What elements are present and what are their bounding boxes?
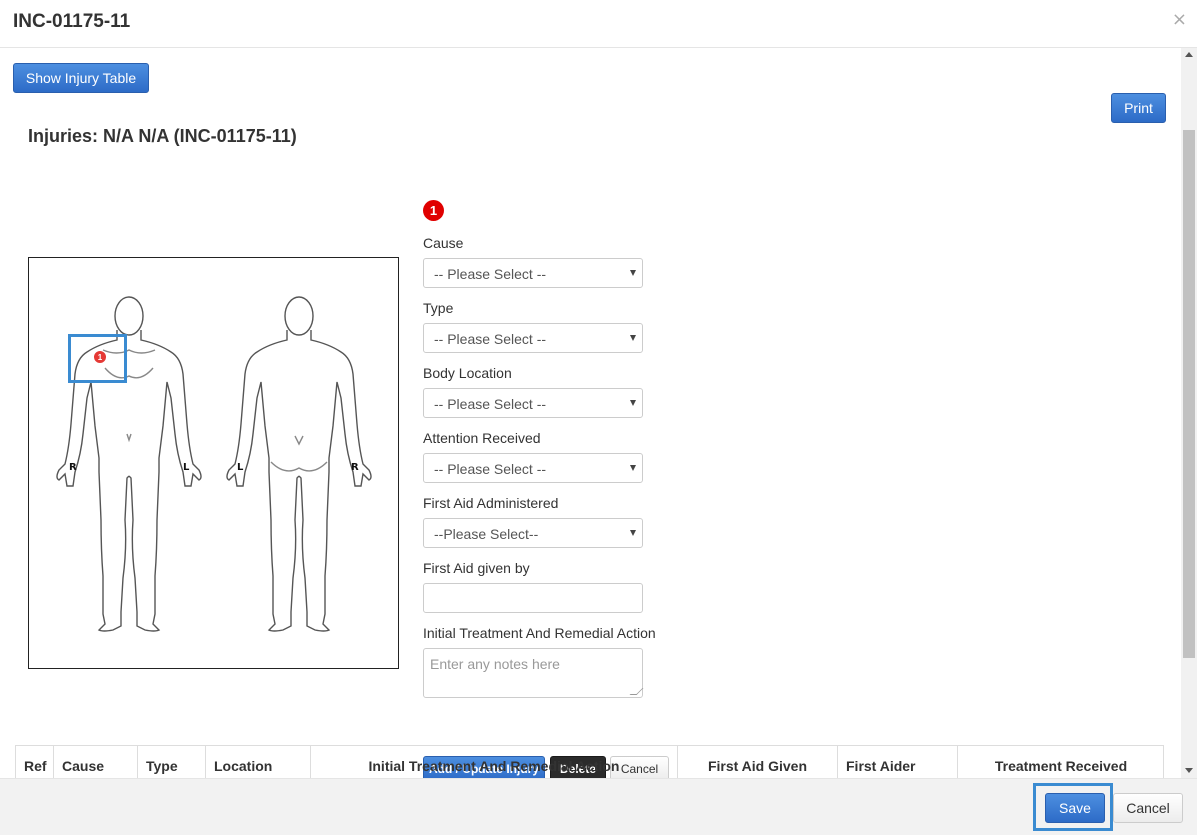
table-header-first-aid-given[interactable]: First Aid Given — [678, 746, 838, 778]
modal-header: INC-01175-11 × — [0, 0, 1197, 48]
chevron-down-icon — [630, 400, 636, 406]
attention-received-select-value: -- Please Select -- — [434, 461, 547, 477]
initial-treatment-textarea[interactable]: Enter any notes here — [423, 648, 644, 698]
attention-received-label: Attention Received — [423, 430, 541, 446]
body-outline-svg: R L L R — [56, 296, 372, 632]
show-injury-table-button[interactable]: Show Injury Table — [13, 63, 149, 93]
cause-select-value: -- Please Select -- — [434, 266, 547, 282]
save-button[interactable]: Save — [1045, 793, 1105, 823]
back-gluteal-line — [270, 461, 328, 472]
front-right-hand-label: R — [69, 462, 77, 473]
back-right-hand-label: R — [351, 462, 359, 473]
first-aid-administered-select[interactable]: --Please Select-- — [423, 518, 643, 548]
body-location-label: Body Location — [423, 365, 512, 381]
table-header-location[interactable]: Location — [206, 746, 311, 778]
back-right-outline — [298, 330, 372, 632]
type-select-value: -- Please Select -- — [434, 331, 547, 347]
table-header-initial-treatment[interactable]: Initial Treatment And Remedial Action — [311, 746, 678, 778]
front-head — [114, 296, 144, 336]
front-right-outline — [128, 330, 202, 632]
chevron-down-icon — [630, 465, 636, 471]
attention-received-select[interactable]: -- Please Select -- — [423, 453, 643, 483]
scroll-down-icon[interactable] — [1185, 768, 1193, 773]
injury-table: Ref Cause Type Location Initial Treatmen… — [15, 745, 1164, 778]
vertical-scrollbar[interactable] — [1181, 48, 1197, 778]
table-header-first-aider[interactable]: First Aider — [838, 746, 958, 778]
modal-title: INC-01175-11 — [13, 11, 131, 32]
back-left-hand-label: L — [237, 462, 244, 473]
body-location-select-value: -- Please Select -- — [434, 396, 547, 412]
first-aid-given-by-label: First Aid given by — [423, 560, 530, 576]
injury-ref-badge: 1 — [423, 200, 444, 221]
first-aid-administered-label: First Aid Administered — [423, 495, 559, 511]
body-location-select[interactable]: -- Please Select -- — [423, 388, 643, 418]
back-spine-mark — [294, 435, 304, 446]
close-icon[interactable]: × — [1172, 9, 1187, 30]
table-header-type[interactable]: Type — [138, 746, 206, 778]
first-aid-administered-select-value: --Please Select-- — [434, 526, 539, 542]
type-label: Type — [423, 300, 454, 316]
modal-body: Show Injury Table Print Injuries: N/A N/… — [0, 48, 1181, 778]
injury-marker-icon[interactable]: 1 — [93, 350, 107, 364]
chevron-down-icon — [630, 530, 636, 536]
injury-modal: INC-01175-11 × Show Injury Table Print I… — [0, 0, 1197, 835]
back-left-outline — [226, 330, 300, 632]
table-header-treatment-received[interactable]: Treatment Received — [958, 746, 1164, 778]
back-head — [284, 296, 314, 336]
resize-grip-icon[interactable] — [629, 688, 644, 695]
cause-select[interactable]: -- Please Select -- — [423, 258, 643, 288]
modal-footer: Save Cancel — [0, 778, 1197, 835]
body-diagram[interactable]: R L L R 1 — [28, 257, 399, 669]
chevron-down-icon — [630, 335, 636, 341]
front-navel — [126, 433, 132, 443]
initial-treatment-placeholder: Enter any notes here — [430, 656, 560, 672]
table-header-ref[interactable]: Ref — [16, 746, 54, 778]
type-select[interactable]: -- Please Select -- — [423, 323, 643, 353]
scroll-up-icon[interactable] — [1185, 52, 1193, 57]
print-button[interactable]: Print — [1111, 93, 1166, 123]
table-header-cause[interactable]: Cause — [54, 746, 138, 778]
page-title: Injuries: N/A N/A (INC-01175-11) — [28, 126, 297, 146]
first-aid-given-by-input[interactable] — [423, 583, 643, 613]
initial-treatment-label: Initial Treatment And Remedial Action — [423, 625, 656, 641]
scroll-thumb[interactable] — [1183, 130, 1195, 658]
front-left-hand-label: L — [183, 462, 190, 473]
cause-label: Cause — [423, 235, 464, 251]
cancel-button[interactable]: Cancel — [1113, 793, 1183, 823]
chevron-down-icon — [630, 270, 636, 276]
